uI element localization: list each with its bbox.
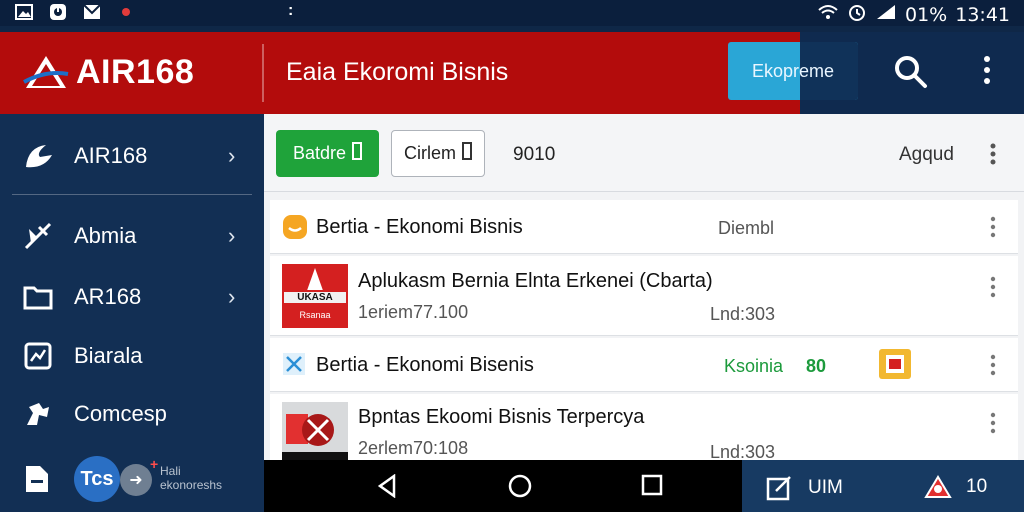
more-vertical-icon[interactable] <box>982 54 992 91</box>
app-header: AIR168 Eaia Ekoromi Bisnis Ekopreme <box>0 32 1024 114</box>
cross-icon <box>282 352 306 381</box>
page-title: Eaia Ekoromi Bisnis <box>286 58 509 86</box>
primary-button[interactable]: Batdre <box>276 130 379 177</box>
header-action-button[interactable]: Ekopreme <box>728 42 858 100</box>
sidebar-item-label: Abmia <box>74 223 137 248</box>
avatar[interactable]: Tcs <box>74 456 120 502</box>
alarm-icon <box>847 2 867 27</box>
sidebar-item-abmia[interactable]: Abmia › <box>0 208 264 264</box>
battery-percent: 01% <box>905 3 948 26</box>
folder-icon <box>22 281 54 313</box>
document-icon[interactable] <box>24 464 50 499</box>
sidebar-divider <box>12 194 252 195</box>
home-icon[interactable] <box>508 474 532 503</box>
wifi-icon <box>817 3 839 26</box>
cell-signal-icon <box>875 3 897 26</box>
sidebar-footer-caption: Hali ekonoreshs <box>160 464 222 492</box>
notification-dot-icon <box>116 3 136 21</box>
recents-icon[interactable] <box>641 474 663 501</box>
list-item-meta: Ksoinia <box>724 356 784 376</box>
thumbnail-text: UKASA <box>284 292 346 303</box>
article-list: Bertia - Ekonomi Bisnis Diembl UKASA Rsa… <box>270 200 1018 474</box>
list-item[interactable]: Bertia - Ekonomi Bisnis Diembl <box>270 200 1018 254</box>
arrow-right-icon[interactable]: ➜ <box>120 464 152 496</box>
status-center-glyph: : <box>288 2 294 19</box>
sidebar-footer-caption-line1: Hali <box>160 464 181 478</box>
airline-logo-icon <box>22 140 54 172</box>
chevron-right-icon: › <box>228 143 236 168</box>
coin-icon <box>282 214 308 245</box>
news-thumbnail-icon: UKASA Rsanaa <box>282 264 348 328</box>
item-count: 9010 <box>513 144 556 165</box>
list-item[interactable]: UKASA Rsanaa Aplukasm Bernia Elnta Erken… <box>270 256 1018 336</box>
sidebar-item-label: Comcesp <box>74 401 167 426</box>
list-item-meta: Lnd:303 <box>710 304 776 324</box>
chevron-right-icon: › <box>228 223 236 248</box>
edit-button[interactable]: UIM <box>766 475 843 501</box>
sidebar-footer: Tcs ➜ + Hali ekonoreshs <box>0 454 264 512</box>
system-nav-bar <box>264 460 742 512</box>
profile-button[interactable]: 10 <box>924 475 987 499</box>
user-badge-icon <box>924 475 952 498</box>
header-divider <box>262 44 264 102</box>
sidebar-item-biarala[interactable]: Biarala <box>0 328 264 384</box>
news-thumbnail-icon <box>282 402 348 466</box>
bottom-right-panel: UIM 10 <box>742 460 1024 512</box>
primary-button-label: Batdre <box>292 143 347 163</box>
list-item-title: Bertia - Ekonomi Bisenis <box>316 354 534 376</box>
more-vertical-icon[interactable] <box>990 354 996 381</box>
sidebar-item-comcesp[interactable]: Comcesp <box>0 386 264 442</box>
toolbar-right-label[interactable]: Agqud <box>899 144 954 166</box>
sidebar-item-label: AIR168 <box>74 143 148 168</box>
header-action-label: Ekopreme <box>751 60 835 81</box>
app-logo[interactable]: AIR168 <box>22 52 194 92</box>
satellite-icon <box>22 220 54 252</box>
secondary-button[interactable]: Cirlem <box>391 130 485 177</box>
chart-icon <box>22 340 54 372</box>
profile-button-count: 10 <box>966 476 988 497</box>
secondary-button-label: Cirlem <box>404 143 456 163</box>
sidebar: AIR168 › Abmia › AR168 › Biarala Comcesp… <box>0 114 264 512</box>
search-icon[interactable] <box>893 54 929 95</box>
sidebar-item-label: Biarala <box>74 343 143 368</box>
thumbnail-figure <box>307 268 323 290</box>
document-icon <box>352 142 363 165</box>
clock: 13:41 <box>955 3 1010 26</box>
app-name: AIR168 <box>76 52 195 91</box>
list-item-title: Bertia - Ekonomi Bisnis <box>316 216 523 238</box>
image-icon <box>14 3 34 21</box>
list-item-title: Bpntas Ekoomi Bisnis Terpercya <box>358 406 645 428</box>
sidebar-item-air168[interactable]: AIR168 › <box>0 128 264 184</box>
list-item[interactable]: Bertia - Ekonomi Bisenis Ksoinia 80 <box>270 338 1018 392</box>
plus-icon[interactable]: + <box>150 456 158 472</box>
list-item-meta: Diembl <box>718 218 775 238</box>
thumbnail-subtext: Rsanaa <box>299 310 331 320</box>
calendar-badge-icon[interactable] <box>878 348 912 385</box>
more-vertical-icon[interactable] <box>990 216 996 243</box>
status-bar: : 01% 13:41 <box>0 0 1024 26</box>
toolbar: Batdre Cirlem 9010 Agqud <box>264 114 1024 192</box>
more-vertical-icon[interactable] <box>990 412 996 439</box>
edit-button-label: UIM <box>808 477 843 498</box>
edit-icon <box>766 476 791 501</box>
back-icon[interactable] <box>376 473 398 503</box>
more-vertical-icon[interactable] <box>989 142 997 171</box>
main-content: Batdre Cirlem 9010 Agqud Bertia - Ekonom… <box>264 114 1024 474</box>
signal-app-icon <box>48 3 68 21</box>
sidebar-item-ar168[interactable]: AR168 › <box>0 269 264 325</box>
puzzle-icon <box>22 398 54 430</box>
mail-icon <box>82 3 102 21</box>
chevron-right-icon: › <box>228 284 236 309</box>
document-icon <box>462 142 472 165</box>
list-item-title: Aplukasm Bernia Elnta Erkenei (Cbarta) <box>358 270 713 292</box>
list-item-subtitle: 2erlem70:108 <box>358 438 469 458</box>
status-badge: 80 <box>806 356 827 376</box>
more-vertical-icon[interactable] <box>990 276 996 303</box>
sidebar-item-label: AR168 <box>74 284 142 309</box>
sidebar-footer-caption-line2: ekonoreshs <box>160 478 223 492</box>
list-item-subtitle: 1eriem77.100 <box>358 302 469 322</box>
airline-logo-icon <box>23 56 69 88</box>
